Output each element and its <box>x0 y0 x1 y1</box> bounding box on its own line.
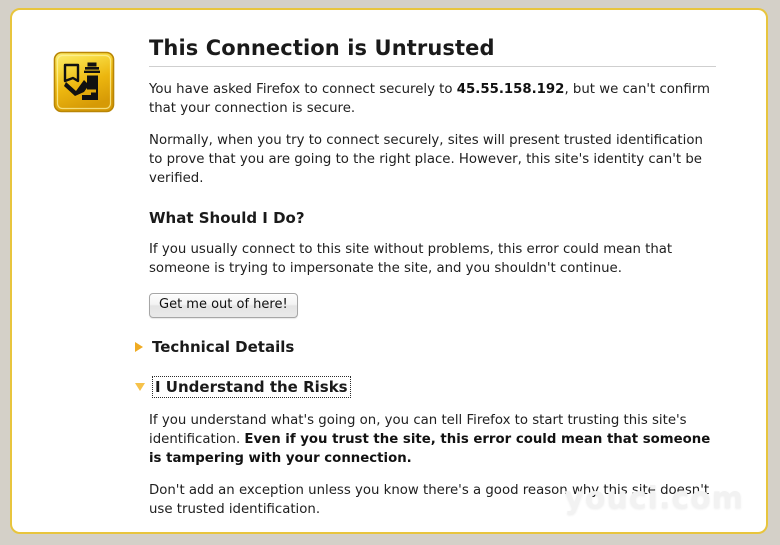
risks-body-paragraph: If you understand what's going on, you c… <box>149 411 716 468</box>
untrusted-connection-inspector-icon <box>52 50 116 114</box>
get-me-out-of-here-button[interactable]: Get me out of here! <box>149 292 298 318</box>
untrusted-connection-error-page: This Connection is Untrusted You have as… <box>12 10 766 532</box>
explanation-paragraph: Normally, when you try to connect secure… <box>149 132 703 187</box>
browser-page-frame: This Connection is Untrusted You have as… <box>10 8 768 534</box>
understand-risks-label[interactable]: I Understand the Risks <box>152 375 351 398</box>
triangle-down-icon[interactable] <box>135 382 145 391</box>
error-text-column: This Connection is Untrusted You have as… <box>135 36 716 532</box>
what-should-i-do-heading: What Should I Do? <box>149 209 305 228</box>
triangle-right-icon[interactable] <box>135 341 143 352</box>
technical-details-label[interactable]: Technical Details <box>150 337 296 357</box>
intro-prefix-text: You have asked Firefox to connect secure… <box>149 81 457 97</box>
watermark: youci.com <box>564 481 744 516</box>
intro-paragraph: You have asked Firefox to connect secure… <box>149 80 716 118</box>
technical-details-expander[interactable]: Technical Details <box>135 337 716 357</box>
what-should-i-do-body: If you usually connect to this site with… <box>149 242 673 277</box>
target-host: 45.55.158.192 <box>456 81 565 97</box>
page-title: This Connection is Untrusted <box>149 36 716 67</box>
understand-risks-expander[interactable]: I Understand the Risks <box>135 375 716 398</box>
